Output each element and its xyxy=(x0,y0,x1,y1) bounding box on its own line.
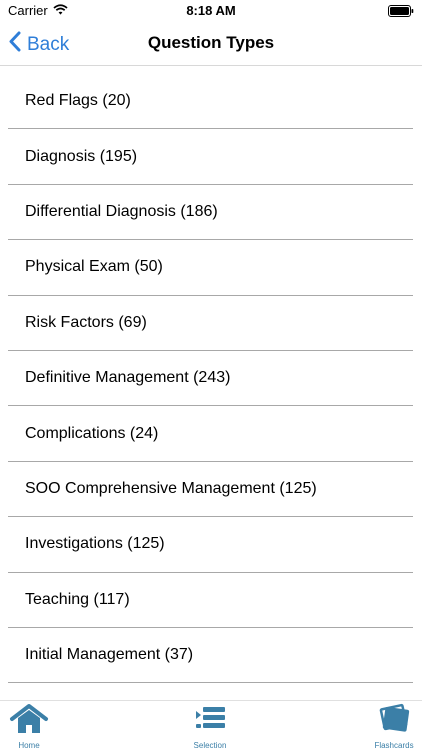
tab-flashcards[interactable]: Flashcards xyxy=(372,703,416,750)
tab-home-label: Home xyxy=(18,741,40,750)
list-item[interactable]: Definitive Management (243) xyxy=(8,351,413,407)
flashcards-icon xyxy=(375,703,413,740)
list-item[interactable]: Complications (24) xyxy=(8,406,413,462)
tab-selection-label: Selection xyxy=(193,741,227,750)
status-time: 8:18 AM xyxy=(186,3,236,18)
tab-bar: Home Selection Flashcards xyxy=(0,700,422,750)
tab-flashcards-label: Flashcards xyxy=(374,741,414,750)
battery-icon xyxy=(388,4,414,22)
list-item[interactable]: Teaching (117) xyxy=(8,573,413,628)
list-item[interactable]: Initial Management (37) xyxy=(8,628,413,684)
list-item[interactable]: SOO Comprehensive Management (125) xyxy=(8,462,413,518)
list-item[interactable]: Investigations (125) xyxy=(8,517,413,573)
list-item[interactable]: Risk Factors (69) xyxy=(8,296,413,351)
list-item[interactable]: Diagnosis (195) xyxy=(8,129,413,185)
question-type-list: Red Flags (20) Diagnosis (195) Different… xyxy=(8,74,413,684)
home-icon xyxy=(9,703,49,740)
list-selection-icon xyxy=(193,703,227,740)
status-bar: Carrier 8:18 AM xyxy=(0,0,422,22)
tab-selection[interactable]: Selection xyxy=(188,703,232,750)
list-item[interactable]: Physical Exam (50) xyxy=(8,240,413,296)
tab-home[interactable]: Home xyxy=(8,703,50,750)
list-item[interactable]: Differential Diagnosis (186) xyxy=(8,185,413,241)
list-item[interactable]: Red Flags (20) xyxy=(8,74,413,130)
page-title: Question Types xyxy=(147,33,275,52)
navigation-bar: Back Question Types xyxy=(0,22,422,66)
